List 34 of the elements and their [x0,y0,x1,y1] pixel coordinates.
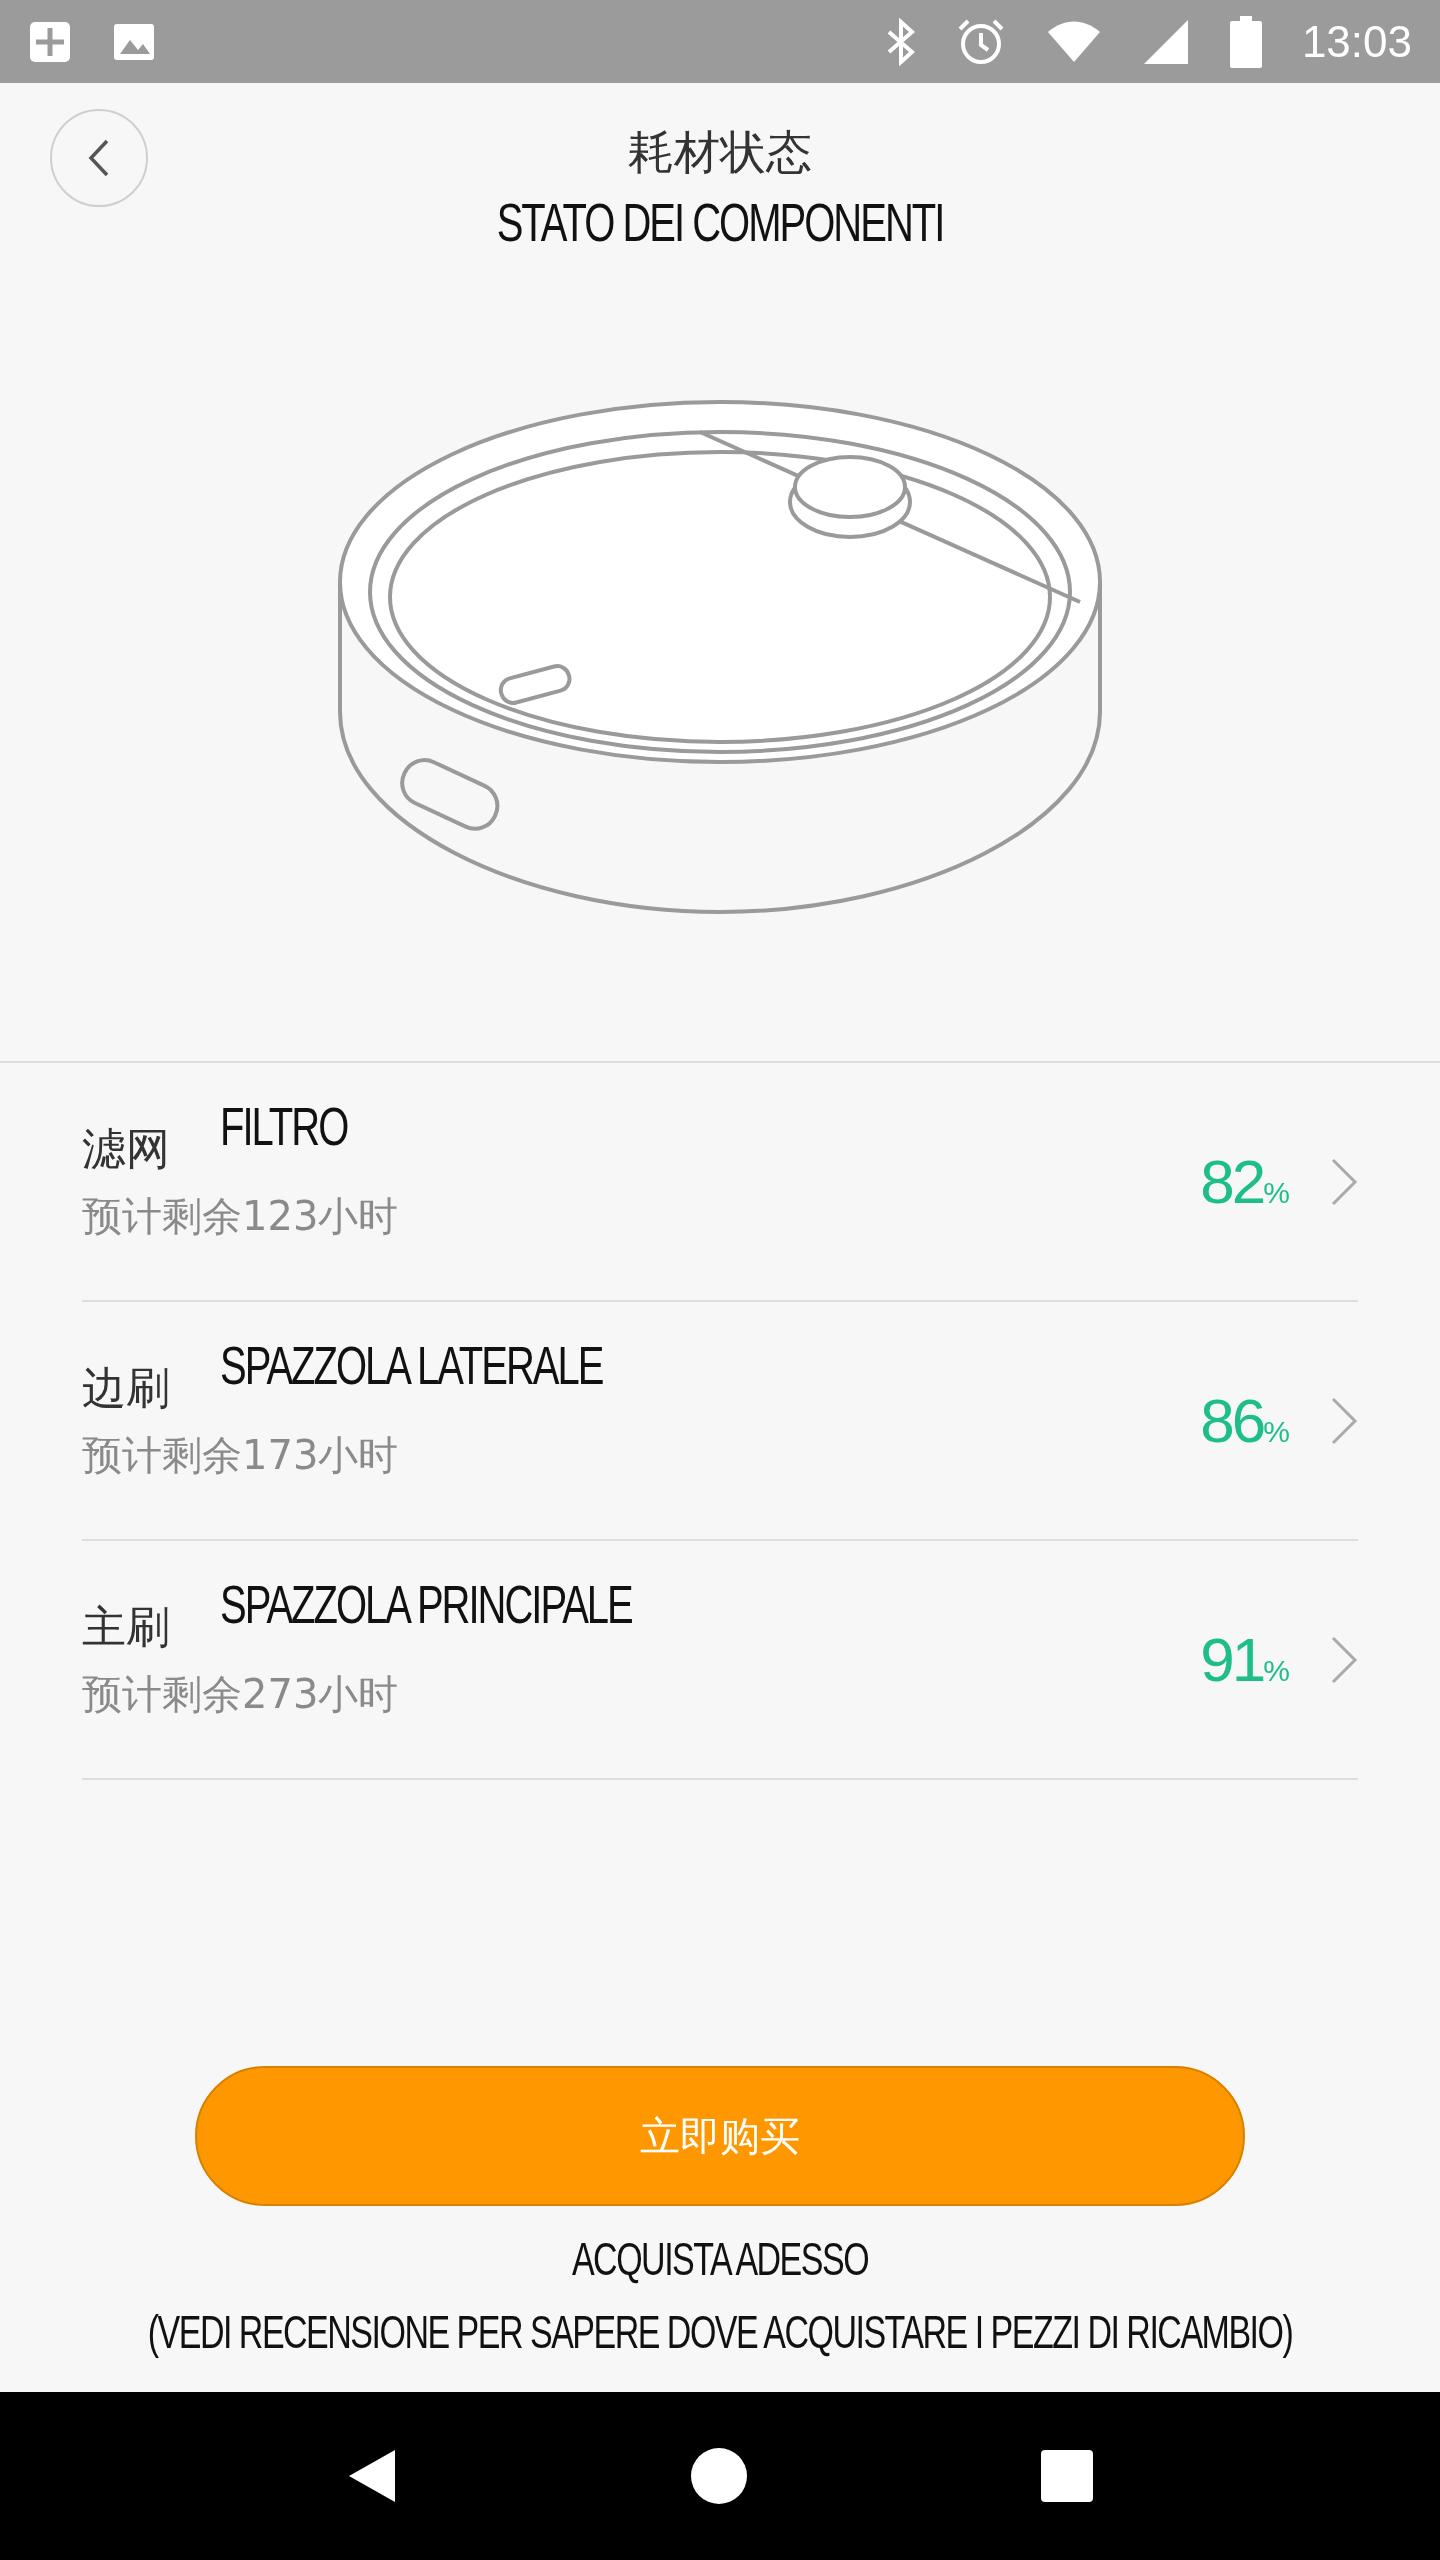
translation-note: ACQUISTA ADESSO [571,2233,869,2286]
percentage-value: 86% [1200,1385,1290,1456]
bluetooth-icon [885,17,916,66]
percentage-value: 91% [1200,1624,1290,1695]
component-row[interactable]: 主刷 SPAZZOLA PRINCIPALE 预计剩余273小时 91% [82,1541,1358,1780]
translation-note: (VEDI RECENSIONE PER SAPERE DOVE ACQUISTARE I PEZZI DI RICAMBIO) [147,2306,1293,2359]
chevron-right-icon [1330,1634,1358,1685]
image-icon [112,21,156,62]
name-translation: FILTRO [220,1095,348,1157]
component-name: 滤网 [82,1121,170,1176]
app-icon [28,19,72,64]
name-translation: SPAZZOLA PRINCIPALE [220,1573,632,1635]
component-row[interactable]: 边刷 SPAZZOLA LATERALE 预计剩余173小时 86% [82,1302,1358,1541]
component-row[interactable]: 滤网 FILTRO 预计剩余123小时 82% [82,1063,1358,1302]
home-circle-icon [691,2448,747,2504]
title-translation: STATO DEI COMPONENTI [496,192,944,254]
battery-icon [1229,15,1262,68]
recents-square-icon [1041,2450,1093,2502]
percentage-value: 82% [1200,1146,1290,1217]
chevron-right-icon [1330,1156,1358,1207]
name-translation: SPAZZOLA LATERALE [220,1334,603,1396]
remaining-time: 预计剩余123小时 [82,1191,400,1241]
back-nav-button[interactable] [347,2448,397,2504]
chevron-right-icon [1330,1395,1358,1446]
back-triangle-icon [347,2448,397,2504]
clock-time: 13:03 [1301,16,1412,67]
home-nav-button[interactable] [691,2448,747,2504]
back-icon [88,138,110,178]
remaining-time: 预计剩余273小时 [82,1669,400,1719]
page-title: 耗材状态 [628,125,812,181]
wifi-icon [1045,19,1102,64]
remaining-time: 预计剩余173小时 [82,1430,400,1480]
component-name: 边刷 [82,1360,170,1415]
component-name: 主刷 [82,1599,170,1654]
